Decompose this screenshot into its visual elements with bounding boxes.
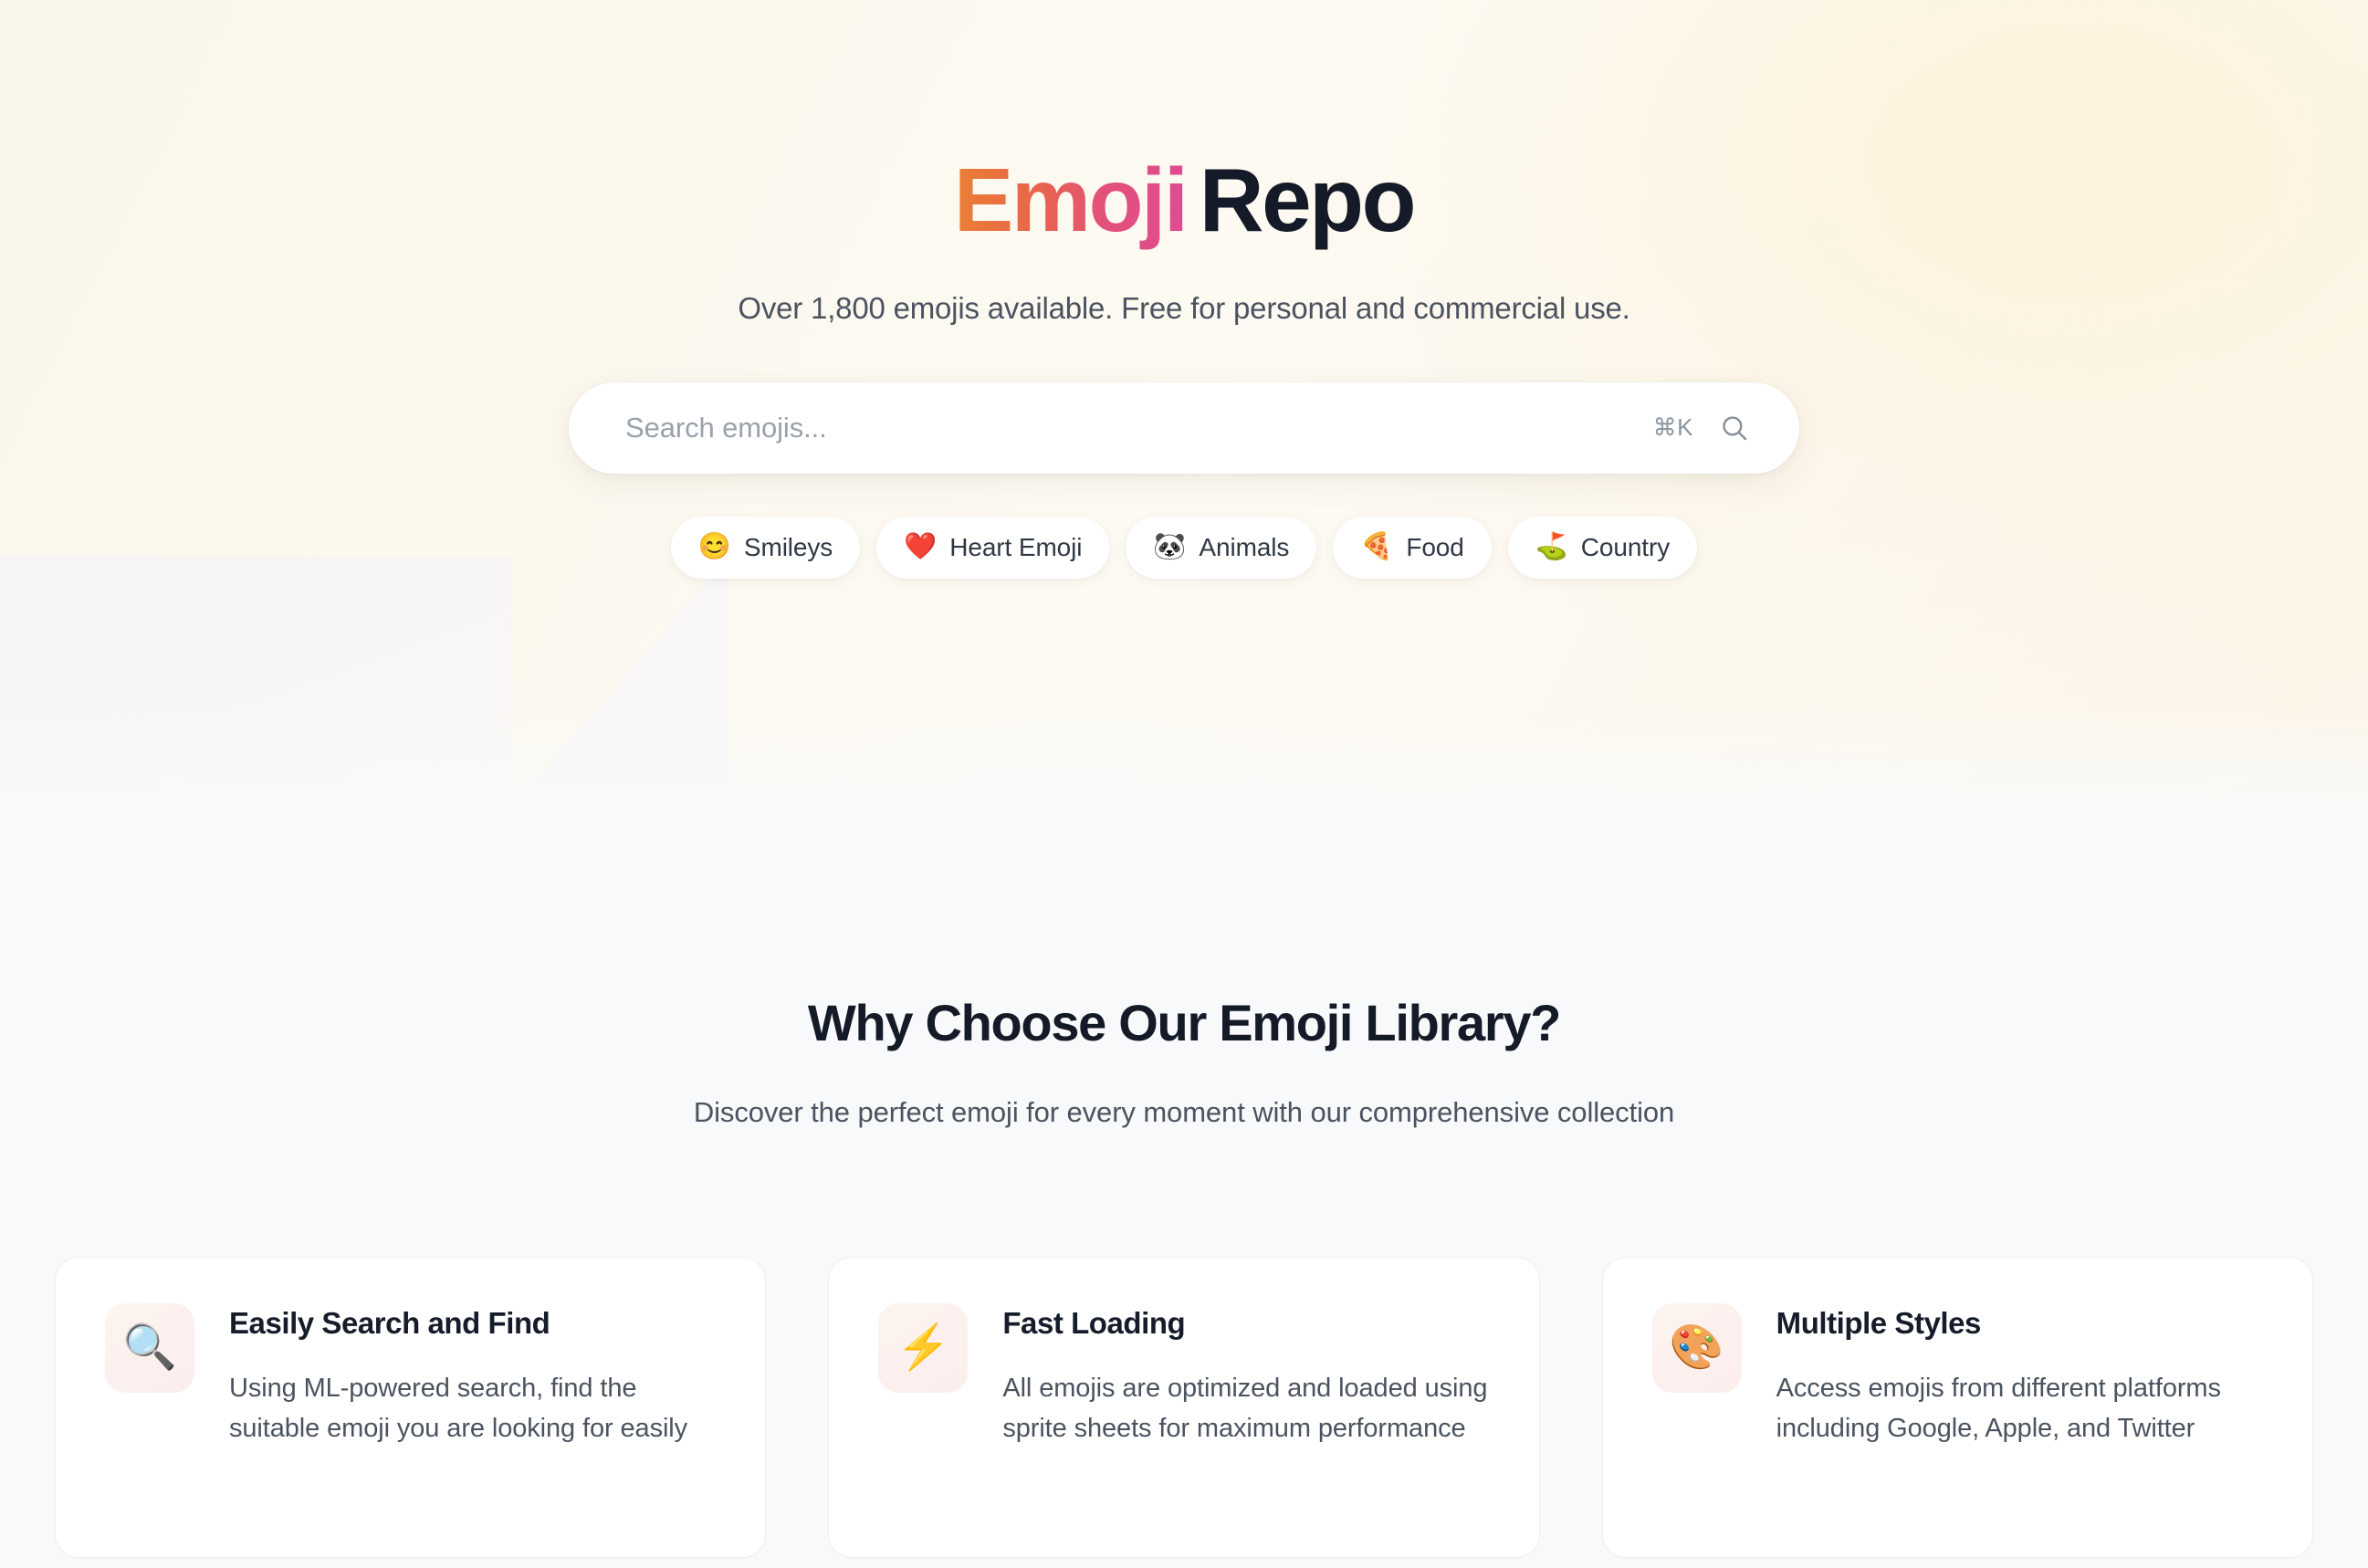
magnifying-glass-icon: 🔍 (105, 1303, 194, 1393)
feature-card-title: Multiple Styles (1776, 1306, 1982, 1340)
feature-card-text: Using ML-powered search, find the suitab… (229, 1374, 688, 1444)
search-input[interactable] (625, 411, 1653, 444)
feature-card-body: Easily Search and Find Using ML-powered … (229, 1303, 718, 1448)
brand-name-emoji: Emoji (953, 150, 1189, 250)
hero-subtitle: Over 1,800 emojis available. Free for pe… (738, 290, 1630, 325)
category-chip-food[interactable]: 🍕 Food (1333, 516, 1492, 579)
flag-in-hole-icon: ⛳ (1535, 532, 1568, 562)
smiling-face-icon: 😊 (697, 532, 731, 562)
category-chip-label: Heart Emoji (949, 532, 1083, 561)
features-section: Why Choose Our Emoji Library? Discover t… (0, 841, 2368, 1558)
pizza-icon: 🍕 (1360, 532, 1394, 562)
category-chip-list: 😊 Smileys ❤️ Heart Emoji 🐼 Animals 🍕 Foo… (0, 516, 2368, 579)
category-chip-label: Animals (1199, 532, 1290, 561)
category-chip-label: Food (1406, 532, 1464, 561)
feature-card-fast-loading: ⚡ Fast Loading All emojis are optimized … (828, 1257, 1540, 1558)
keyboard-shortcut-hint: ⌘K (1652, 413, 1693, 442)
red-heart-icon: ❤️ (904, 532, 938, 562)
artist-palette-icon: 🎨 (1651, 1303, 1742, 1393)
search-meta: ⌘K (1653, 411, 1763, 445)
feature-card-easily-search-and-find: 🔍 Easily Search and Find Using ML-powere… (55, 1257, 767, 1558)
hero-section: Emoji Repo Over 1,800 emojis available. F… (0, 0, 2368, 841)
features-heading: Why Choose Our Emoji Library? (807, 994, 1561, 1051)
category-chip-animals[interactable]: 🐼 Animals (1126, 516, 1317, 579)
search-container: ⌘K (569, 382, 1799, 474)
feature-card-list: 🔍 Easily Search and Find Using ML-powere… (18, 1257, 2350, 1558)
feature-card-title: Fast Loading (1002, 1306, 1186, 1340)
category-chip-heart-emoji[interactable]: ❤️ Heart Emoji (876, 516, 1110, 579)
page-title: Emoji Repo (0, 153, 2368, 247)
hero-fade-decoration (0, 705, 2368, 841)
feature-card-title: Easily Search and Find (229, 1306, 550, 1340)
search-icon[interactable] (1717, 411, 1752, 445)
panda-icon: 🐼 (1153, 532, 1187, 562)
features-subheading: Discover the perfect emoji for every mom… (693, 1096, 1675, 1128)
brand-name-repo: Repo (1199, 150, 1417, 250)
feature-card-multiple-styles: 🎨 Multiple Styles Access emojis from dif… (1601, 1257, 2313, 1558)
category-chip-smileys[interactable]: 😊 Smileys (670, 516, 861, 579)
feature-card-body: Fast Loading All emojis are optimized an… (1002, 1303, 1491, 1448)
feature-card-body: Multiple Styles Access emojis from diffe… (1776, 1303, 2265, 1448)
lightning-bolt-icon: ⚡ (878, 1303, 969, 1393)
category-chip-label: Country (1580, 532, 1671, 561)
hero-panel-decoration (0, 557, 728, 841)
feature-card-text: Access emojis from different platforms i… (1776, 1374, 2221, 1444)
category-chip-label: Smileys (743, 532, 833, 561)
search-bar[interactable]: ⌘K (569, 382, 1799, 474)
category-chip-country[interactable]: ⛳ Country (1507, 516, 1698, 579)
feature-card-text: All emojis are optimized and loaded usin… (1002, 1374, 1488, 1444)
